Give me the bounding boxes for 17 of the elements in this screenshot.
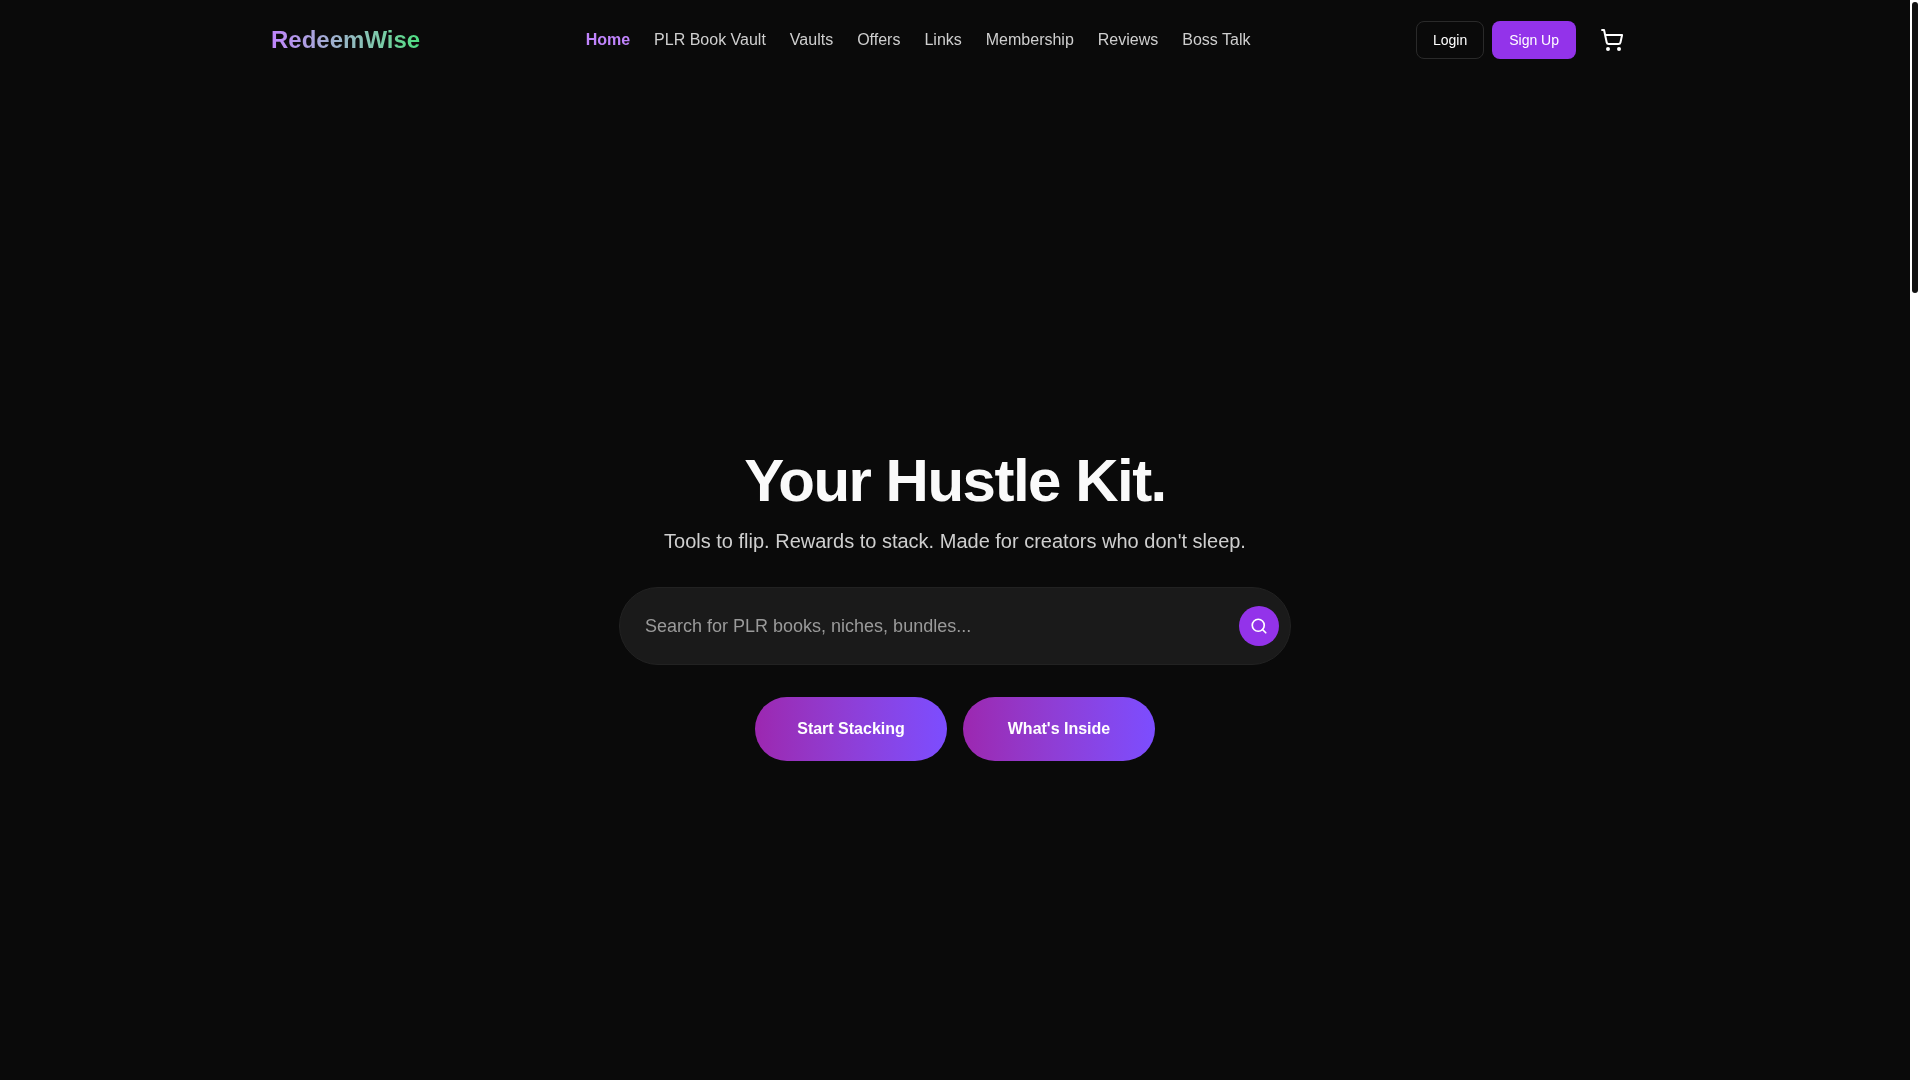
nav-link[interactable]: Boss Talk — [1182, 28, 1251, 52]
nav-link[interactable]: Home — [585, 28, 631, 52]
search-field[interactable]: Search for PLR books, niches, bundles... — [619, 587, 1291, 665]
nav-link[interactable]: Membership — [985, 28, 1074, 52]
cta-button[interactable]: What's Inside — [963, 697, 1155, 761]
cart-icon — [1600, 28, 1624, 52]
nav-link[interactable]: Vaults — [789, 28, 834, 52]
nav-link[interactable]: Links — [924, 28, 962, 52]
nav-link[interactable]: PLR Book Vault — [654, 28, 766, 52]
search-icon — [1250, 617, 1268, 635]
hero-subtitle: Tools to flip. Rewards to stack. Made for creators who don't sleep. — [664, 529, 1246, 554]
nav-link[interactable]: Reviews — [1097, 28, 1159, 52]
login-button[interactable]: Login — [1415, 21, 1485, 59]
signup-button[interactable]: Sign Up — [1492, 21, 1576, 59]
nav-link[interactable]: Offers — [857, 28, 901, 52]
cta-button[interactable]: Start Stacking — [755, 697, 947, 761]
hero-title: Your Hustle Kit. — [744, 451, 1166, 511]
